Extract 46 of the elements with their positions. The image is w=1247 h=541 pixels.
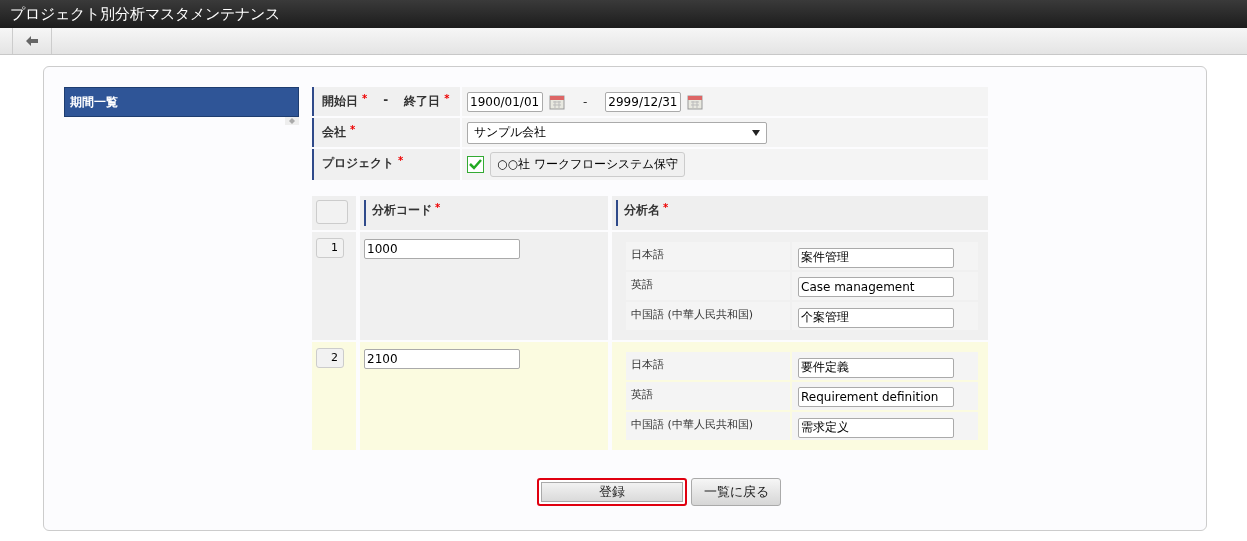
row-number: 1: [316, 238, 344, 258]
language-label: 英語: [626, 382, 790, 410]
start-date-field[interactable]: 1900/01/01: [467, 91, 543, 112]
name-field[interactable]: 个案管理: [798, 307, 954, 328]
code-field[interactable]: 1000: [364, 239, 520, 259]
company-dropdown[interactable]: サンプル会社: [467, 121, 767, 144]
form-label: 終了日: [404, 93, 441, 110]
column-label: 分析コード: [372, 202, 432, 219]
required-mark: *: [398, 155, 404, 166]
project-tag: ○○社 ワークフローシステム保守: [490, 152, 685, 177]
code-field[interactable]: 2100: [364, 349, 520, 369]
column-label: 分析名: [624, 202, 660, 219]
separator: -: [383, 93, 389, 107]
separator: -: [583, 94, 588, 109]
end-date-field[interactable]: 2999/12/31: [605, 91, 682, 112]
name-field[interactable]: Requirement definition: [798, 387, 954, 407]
required-mark: *: [663, 202, 669, 215]
required-mark: *: [444, 93, 450, 104]
project-checkbox[interactable]: [467, 156, 484, 173]
register-button[interactable]: 登録: [537, 478, 687, 506]
name-field[interactable]: 要件定義: [798, 357, 954, 378]
language-label: 日本語: [626, 242, 790, 270]
language-label: 中国語 (中華人民共和国): [626, 302, 790, 330]
calendar-icon[interactable]: [687, 93, 704, 110]
required-mark: *: [350, 124, 356, 135]
back-button[interactable]: [12, 28, 52, 54]
form-label: プロジェクト: [322, 155, 394, 172]
back-arrow-icon: [26, 36, 38, 46]
window-title: プロジェクト別分析マスタメンテナンス: [10, 4, 280, 24]
language-label: 日本語: [626, 352, 790, 380]
required-mark: *: [362, 93, 368, 104]
name-field[interactable]: 需求定义: [798, 417, 954, 438]
calendar-icon[interactable]: [549, 93, 565, 110]
name-field[interactable]: Case management: [798, 277, 954, 297]
sidebar-item[interactable]: 期間一覧: [64, 87, 299, 117]
back-to-list-button[interactable]: 一覧に戻る: [691, 478, 781, 506]
required-mark: *: [435, 202, 441, 215]
row-number: 2: [316, 348, 344, 368]
language-label: 中国語 (中華人民共和国): [626, 412, 790, 440]
language-label: 英語: [626, 272, 790, 300]
form-label: 会社: [322, 124, 346, 141]
form-label: 開始日: [322, 93, 358, 110]
resize-handle[interactable]: [285, 117, 299, 125]
dropdown-caret-icon: [752, 129, 760, 136]
name-field[interactable]: 案件管理: [798, 247, 954, 268]
dropdown-value: サンプル会社: [474, 124, 546, 141]
